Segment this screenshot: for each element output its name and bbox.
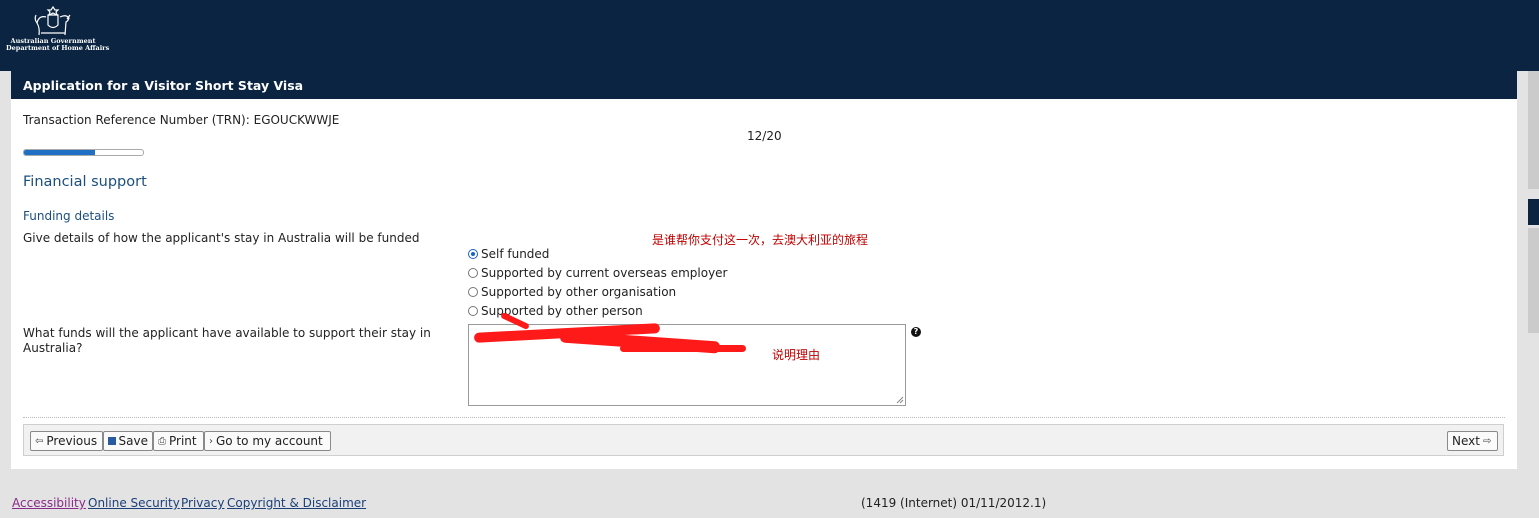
version-text: (1419 (Internet) 01/11/2012.1) — [861, 496, 1047, 510]
printer-icon: ⎙ — [158, 435, 166, 447]
scrollbar-track-lower[interactable] — [1528, 228, 1539, 333]
trn-label: Transaction Reference Number (TRN): — [23, 113, 250, 127]
radio-other-person[interactable]: Supported by other person — [468, 304, 643, 318]
trn-line: Transaction Reference Number (TRN): EGOU… — [23, 113, 339, 127]
subsection-title: Funding details — [23, 209, 115, 223]
coat-of-arms-icon — [34, 5, 71, 36]
next-button[interactable]: Next ⇨ — [1447, 431, 1498, 451]
top-banner: Australian Government Department of Home… — [0, 0, 1539, 71]
question-mark-icon[interactable]: ? — [911, 327, 921, 337]
floppy-disk-icon — [108, 437, 116, 445]
previous-label: Previous — [46, 434, 98, 448]
footer-link-privacy[interactable]: Privacy — [181, 496, 224, 510]
save-label: Save — [118, 434, 148, 448]
footer-link-accessibility[interactable]: Accessibility — [12, 496, 86, 510]
radio-label[interactable]: Self funded — [481, 247, 549, 261]
redaction-scribble — [620, 345, 746, 352]
panel-header: Application for a Visitor Short Stay Vis… — [11, 71, 1517, 99]
radio-self-funded[interactable]: Self funded — [468, 247, 549, 261]
print-label: Print — [169, 434, 197, 448]
footer-link-copyright[interactable]: Copyright & Disclaimer — [227, 496, 366, 510]
section-title: Financial support — [23, 174, 147, 190]
footer-link-online-security[interactable]: Online Security — [88, 496, 180, 510]
funds-question-label: What funds will the applicant have avail… — [23, 326, 431, 355]
funding-question-label: Give details of how the applicant's stay… — [23, 231, 420, 245]
radio-button[interactable] — [468, 268, 478, 278]
go-to-account-button[interactable]: › Go to my account — [204, 431, 331, 451]
divider — [23, 417, 1505, 418]
resize-handle-icon[interactable] — [896, 396, 904, 404]
previous-button[interactable]: ⇦ Previous — [30, 431, 103, 451]
radio-button[interactable] — [468, 306, 478, 316]
radio-button[interactable] — [468, 287, 478, 297]
radio-button[interactable] — [468, 249, 478, 259]
annotation-funding: 是谁帮你支付这一次，去澳大利亚的旅程 — [652, 233, 869, 247]
progress-bar — [23, 149, 144, 156]
save-button[interactable]: Save — [103, 431, 153, 451]
radio-label[interactable]: Supported by current overseas employer — [481, 266, 728, 280]
account-label: Go to my account — [216, 434, 323, 448]
government-logo[interactable]: Australian Government Department of Home… — [6, 3, 110, 61]
radio-other-organisation[interactable]: Supported by other organisation — [468, 285, 676, 299]
progress-bar-fill — [24, 150, 96, 155]
progress-counter: 12/20 — [747, 129, 782, 143]
radio-label[interactable]: Supported by other organisation — [481, 285, 676, 299]
logo-line-2: Department of Home Affairs — [6, 44, 110, 52]
next-label: Next — [1452, 434, 1480, 448]
print-button[interactable]: ⎙ Print — [153, 431, 204, 451]
annotation-reason: 说明理由 — [772, 348, 821, 362]
arrow-left-icon: ⇦ — [35, 435, 44, 447]
chevron-right-icon: › — [209, 435, 213, 447]
arrow-right-icon: ⇨ — [1482, 435, 1492, 447]
scrollbar-thumb[interactable] — [1528, 199, 1539, 225]
trn-value: EGOUCKWWJE — [253, 113, 340, 127]
scrollbar-track[interactable] — [1528, 71, 1539, 189]
radio-overseas-employer[interactable]: Supported by current overseas employer — [468, 266, 728, 280]
page-title: Application for a Visitor Short Stay Vis… — [23, 78, 304, 93]
